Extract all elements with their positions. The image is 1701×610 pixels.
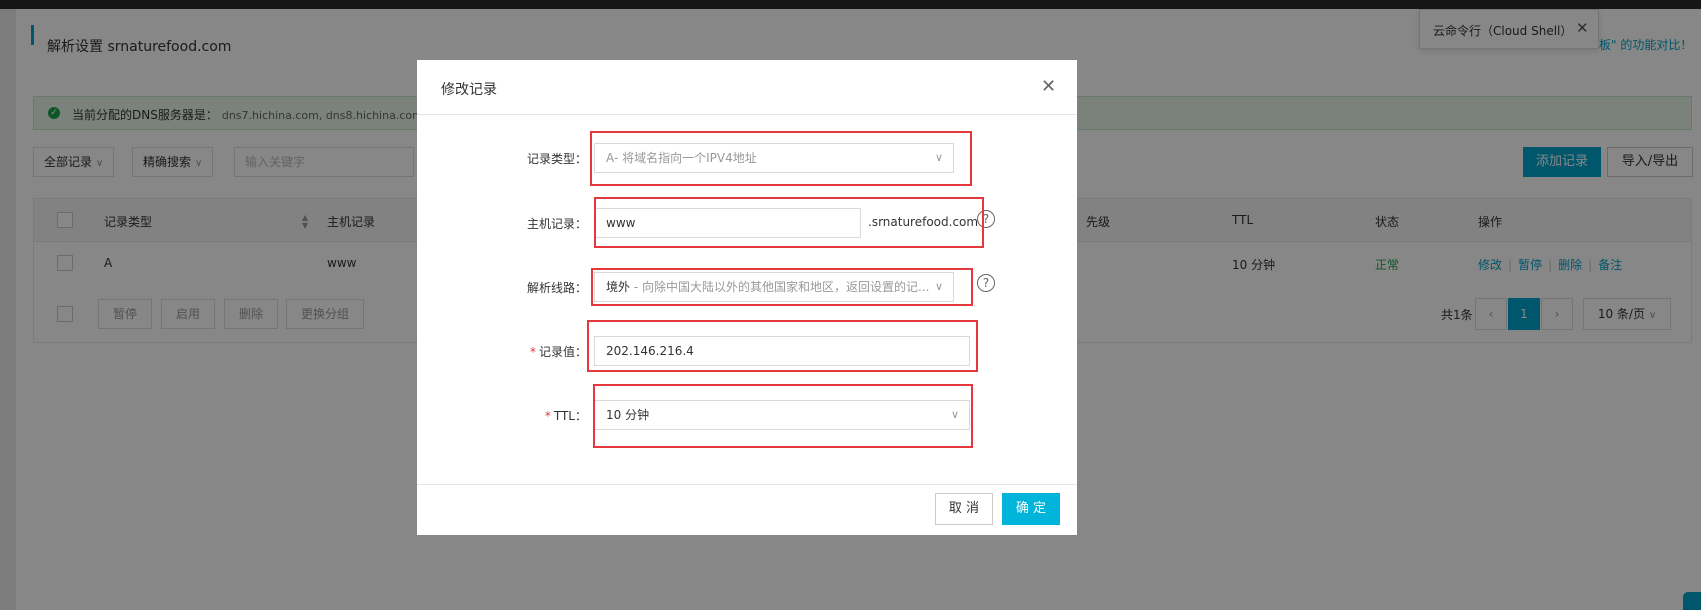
- dialog-header: 修改记录 ✕: [417, 60, 1077, 115]
- question-circle-icon[interactable]: ?: [977, 274, 995, 292]
- edit-record-dialog: 修改记录 ✕ 记录类型： A- 将域名指向一个IPV4地址 ∨ 主机记录： ww…: [417, 60, 1077, 535]
- highlight-box: [587, 320, 978, 372]
- highlight-box: [590, 131, 972, 186]
- line-label: 解析线路：: [526, 281, 587, 295]
- record-type-label: 记录类型：: [526, 152, 587, 166]
- record-value-label: * 记录值：: [417, 343, 587, 360]
- ttl-label: * TTL：: [417, 407, 587, 424]
- cancel-button[interactable]: 取 消: [935, 493, 993, 525]
- highlight-box: [591, 268, 973, 306]
- required-mark: *: [529, 345, 536, 359]
- highlight-box: [593, 384, 973, 448]
- close-icon[interactable]: ✕: [1041, 76, 1056, 97]
- dialog-footer-divider: [417, 484, 1077, 485]
- record-value-label-text: 记录值：: [538, 345, 587, 359]
- required-mark: *: [544, 409, 551, 423]
- ttl-label-text: TTL：: [553, 409, 587, 423]
- highlight-box: [594, 197, 984, 248]
- confirm-button[interactable]: 确 定: [1002, 493, 1060, 525]
- dialog-title: 修改记录: [441, 82, 497, 98]
- host-label: 主机记录：: [526, 217, 587, 231]
